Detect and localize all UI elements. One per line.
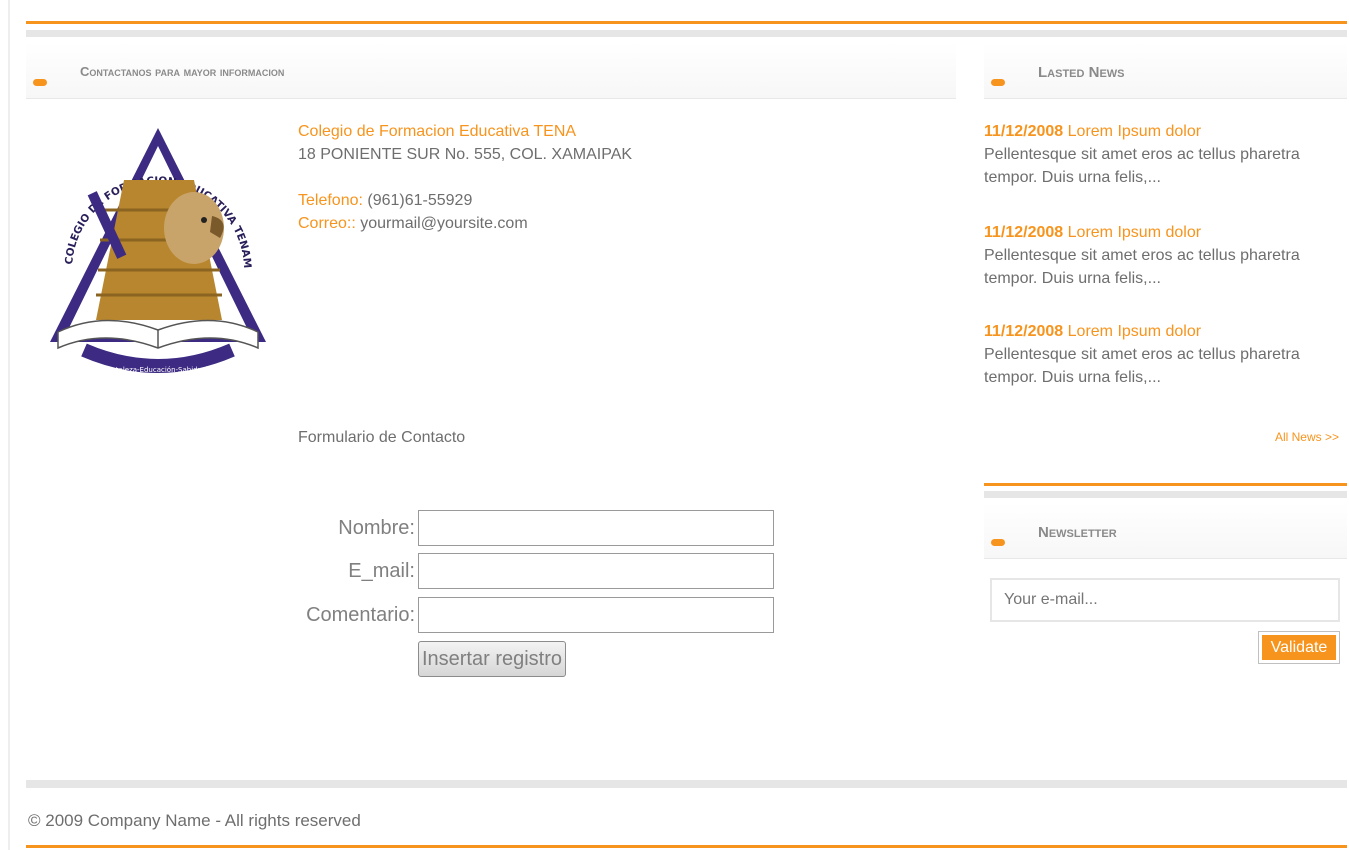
validate-label: Validate bbox=[1262, 635, 1336, 660]
footer-accent-bar bbox=[26, 845, 1347, 848]
comment-label: Comentario: bbox=[306, 604, 415, 626]
validate-button[interactable]: Validate bbox=[1258, 631, 1340, 664]
page-left-border bbox=[8, 0, 10, 850]
email-label: Correo:: bbox=[298, 215, 356, 232]
school-logo: COLEGIO DE FORMACION EDUCATIVA TENAM, S.… bbox=[44, 120, 266, 374]
email-value: yourmail@yoursite.com bbox=[355, 215, 528, 232]
top-accent-bar bbox=[26, 21, 1347, 24]
all-news-link[interactable]: All News >> bbox=[1275, 430, 1339, 444]
newsletter-heading: Newsletter bbox=[1038, 524, 1117, 541]
news-item: 11/12/2008 Lorem Ipsum dolor Pellentesqu… bbox=[984, 320, 1339, 389]
footer-divider bbox=[26, 780, 1347, 788]
comment-input[interactable] bbox=[418, 597, 774, 633]
email-label-form: E_mail: bbox=[348, 560, 415, 582]
newsletter-divider bbox=[984, 491, 1347, 498]
school-address: 18 PONIENTE SUR No. 555, COL. XAMAIPAK bbox=[298, 146, 633, 163]
news-text: Pellentesque sit amet eros ac tellus pha… bbox=[984, 146, 1300, 186]
news-text: Pellentesque sit amet eros ac tellus pha… bbox=[984, 247, 1300, 287]
contact-heading: Contactanos para mayor informacion bbox=[80, 64, 285, 79]
bullet-icon bbox=[33, 79, 47, 86]
email-line: Correo:: yourmail@yoursite.com bbox=[298, 212, 938, 235]
news-title-link[interactable]: Lorem Ipsum dolor bbox=[1063, 224, 1201, 241]
bullet-icon bbox=[991, 539, 1005, 546]
name-input[interactable] bbox=[418, 510, 774, 546]
news-section-header: Lasted News bbox=[984, 42, 1347, 99]
name-label: Nombre: bbox=[338, 517, 415, 539]
newsletter-accent-bar bbox=[984, 483, 1347, 486]
form-title: Formulario de Contacto bbox=[298, 429, 466, 446]
email-input[interactable] bbox=[418, 553, 774, 589]
news-title-link[interactable]: Lorem Ipsum dolor bbox=[1063, 323, 1201, 340]
phone-line: Telefono: (961)61-55929 bbox=[298, 189, 938, 212]
bullet-icon bbox=[991, 79, 1005, 86]
phone-value: (961)61-55929 bbox=[362, 192, 473, 209]
news-text: Pellentesque sit amet eros ac tellus pha… bbox=[984, 346, 1300, 386]
news-title-link[interactable]: Lorem Ipsum dolor bbox=[1063, 123, 1201, 140]
news-date: 11/12/2008 bbox=[984, 123, 1064, 140]
school-name: Colegio de Formacion Educativa TENA bbox=[298, 123, 577, 140]
news-item: 11/12/2008 Lorem Ipsum dolor Pellentesqu… bbox=[984, 221, 1339, 290]
copyright-text: © 2009 Company Name - All rights reserve… bbox=[28, 811, 361, 830]
contact-info: Colegio de Formacion Educativa TENA 18 P… bbox=[298, 120, 938, 235]
logo-motto: Fortaleza-Educación-Sabiduría bbox=[105, 366, 211, 374]
newsletter-section-header: Newsletter bbox=[984, 502, 1347, 559]
newsletter-email-input[interactable] bbox=[990, 578, 1340, 622]
news-item: 11/12/2008 Lorem Ipsum dolor Pellentesqu… bbox=[984, 120, 1339, 189]
contact-section-header: Contactanos para mayor informacion bbox=[26, 42, 956, 99]
phone-label: Telefono: bbox=[298, 192, 363, 209]
news-date: 11/12/2008 bbox=[984, 224, 1064, 241]
top-divider bbox=[26, 30, 1347, 37]
submit-button[interactable]: Insertar registro bbox=[418, 641, 566, 677]
news-heading: Lasted News bbox=[1038, 64, 1125, 81]
news-date: 11/12/2008 bbox=[984, 323, 1064, 340]
